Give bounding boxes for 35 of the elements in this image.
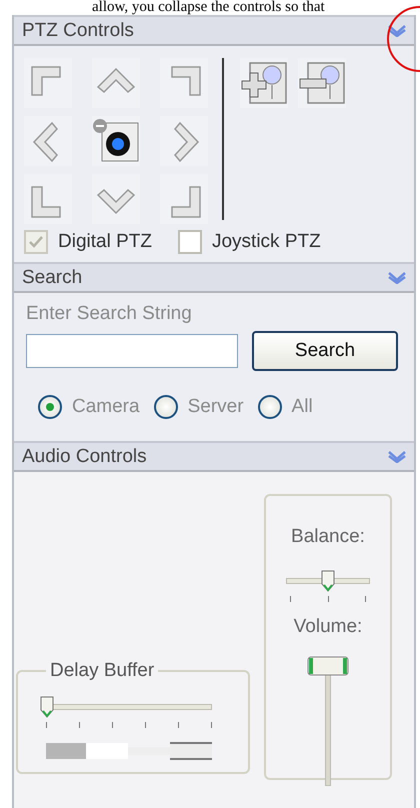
collapse-chevron-icon[interactable] (388, 24, 406, 36)
section-header[interactable]: Search (14, 262, 414, 293)
pan-button[interactable] (24, 116, 72, 166)
pan-button[interactable] (24, 174, 72, 224)
section-header[interactable]: PTZ Controls (14, 15, 414, 46)
home-button[interactable] (92, 116, 140, 166)
pan-button[interactable] (24, 58, 72, 108)
collapse-chevron-icon[interactable] (388, 450, 406, 462)
collapse-chevron-icon[interactable] (388, 272, 406, 284)
search-field[interactable] (26, 334, 238, 368)
pan-button[interactable] (160, 174, 208, 224)
check-mark-icon (28, 234, 44, 250)
radio-button[interactable] (154, 395, 178, 419)
group-title: Delay Buffer (49, 660, 156, 682)
slider-thumb[interactable] (307, 656, 349, 676)
radio-label: Server (188, 396, 244, 418)
pan-button[interactable] (92, 58, 140, 108)
radio-label: Camera (72, 396, 140, 418)
pan-button[interactable] (160, 116, 208, 166)
radio-label: All (292, 396, 313, 418)
zoom-in-button[interactable] (240, 58, 288, 108)
volume-label: Volume: (294, 616, 362, 638)
checkbox-label: Joystick PTZ (212, 231, 321, 253)
document-text: allow, you collapse the controls so that (91, 0, 326, 15)
search-label: Enter Search String (26, 303, 192, 324)
radio-button[interactable] (38, 395, 62, 419)
zoom-out-button[interactable] (298, 58, 346, 108)
pan-button[interactable] (160, 58, 208, 108)
checkbox-label: Digital PTZ (58, 231, 152, 253)
section-header[interactable]: Audio Controls (14, 441, 414, 472)
radio-button[interactable] (258, 395, 282, 419)
balance-label: Balance: (291, 526, 365, 548)
checkbox[interactable] (178, 230, 202, 254)
pan-button[interactable] (92, 174, 140, 224)
search-button[interactable]: Search (252, 331, 398, 371)
